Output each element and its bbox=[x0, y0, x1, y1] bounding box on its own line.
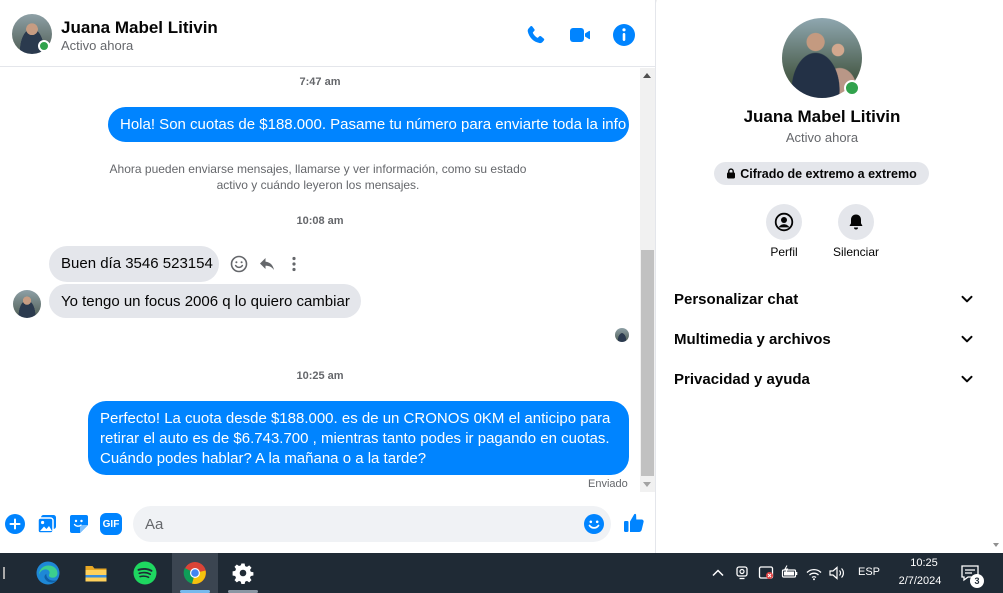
section-label: Multimedia y archivos bbox=[674, 330, 831, 348]
phone-icon[interactable] bbox=[524, 23, 548, 47]
meet-now-icon[interactable] bbox=[733, 564, 751, 582]
section-label: Personalizar chat bbox=[674, 290, 799, 308]
profile-label: Perfil bbox=[770, 245, 798, 259]
sticker-icon[interactable] bbox=[68, 513, 90, 535]
scroll-thumb[interactable] bbox=[641, 250, 654, 476]
taskbar-spotify[interactable] bbox=[122, 553, 168, 593]
bell-icon bbox=[849, 214, 863, 230]
security-alert-icon[interactable] bbox=[757, 564, 775, 582]
online-status-dot bbox=[38, 40, 50, 52]
chevron-up-icon[interactable] bbox=[709, 564, 727, 582]
section-privacy-help[interactable]: Privacidad y ayuda bbox=[674, 364, 974, 394]
emoji-icon[interactable] bbox=[583, 513, 605, 535]
contact-status: Activo ahora bbox=[61, 38, 134, 53]
taskbar-edge[interactable] bbox=[25, 553, 71, 593]
more-options-icon[interactable] bbox=[284, 254, 304, 274]
sent-status: Enviado bbox=[588, 478, 628, 490]
incoming-message[interactable]: Yo tengo un focus 2006 q lo quiero cambi… bbox=[49, 284, 361, 318]
message-composer: GIF bbox=[0, 500, 655, 548]
chat-pane: Juana Mabel Litivin Activo ahora 7:47 am… bbox=[0, 0, 656, 553]
taskbar-settings[interactable] bbox=[220, 553, 266, 593]
taskbar-file-explorer[interactable] bbox=[73, 553, 119, 593]
chevron-down-icon bbox=[961, 335, 973, 343]
profile-name: Juana Mabel Litivin bbox=[743, 107, 901, 126]
clock-time[interactable]: 10:25 bbox=[904, 557, 944, 569]
notification-count-badge: 3 bbox=[970, 574, 984, 588]
timestamp: 7:47 am bbox=[299, 76, 341, 88]
gif-button[interactable]: GIF bbox=[100, 513, 122, 535]
user-profile-icon bbox=[774, 212, 794, 232]
incoming-message[interactable]: Buen día 3546 523154 bbox=[49, 246, 219, 282]
chat-scrollbar[interactable] bbox=[640, 68, 655, 492]
encryption-badge[interactable]: Cifrado de extremo a extremo bbox=[714, 162, 929, 185]
outgoing-message[interactable]: Hola! Son cuotas de $188.000. Pasame tu … bbox=[108, 107, 629, 142]
taskbar-handle bbox=[3, 567, 5, 579]
windows-taskbar: ESP 10:25 2/7/2024 3 bbox=[0, 553, 1003, 593]
encryption-label: Cifrado de extremo a extremo bbox=[740, 166, 917, 181]
lock-icon bbox=[727, 168, 736, 179]
section-customize-chat[interactable]: Personalizar chat bbox=[674, 284, 974, 314]
chrome-browser-icon bbox=[183, 562, 206, 584]
clock-date[interactable]: 2/7/2024 bbox=[890, 575, 950, 587]
online-status-dot bbox=[844, 80, 860, 96]
wifi-icon[interactable] bbox=[805, 564, 823, 582]
panel-scrollbar[interactable] bbox=[988, 0, 1003, 553]
mute-label: Silenciar bbox=[832, 245, 880, 259]
scroll-down-arrow[interactable] bbox=[993, 543, 999, 547]
info-icon[interactable] bbox=[612, 23, 636, 47]
section-label: Privacidad y ayuda bbox=[674, 370, 810, 388]
mute-button[interactable] bbox=[838, 204, 874, 240]
video-camera-icon[interactable] bbox=[568, 23, 592, 47]
timestamp: 10:08 am bbox=[296, 215, 344, 227]
speaker-volume-icon[interactable] bbox=[828, 564, 846, 582]
contact-name[interactable]: Juana Mabel Litivin bbox=[61, 18, 218, 38]
timestamp: 10:25 am bbox=[296, 370, 344, 382]
chevron-down-icon bbox=[961, 295, 973, 303]
add-plus-icon[interactable] bbox=[4, 513, 26, 535]
input-language[interactable]: ESP bbox=[858, 566, 880, 578]
message-input[interactable] bbox=[133, 506, 611, 542]
profile-status: Activo ahora bbox=[785, 130, 859, 145]
edge-browser-icon bbox=[36, 561, 60, 585]
photo-gallery-icon[interactable] bbox=[36, 513, 58, 535]
thumbs-up-icon[interactable] bbox=[622, 511, 646, 535]
chevron-down-icon bbox=[961, 375, 973, 383]
battery-charging-icon[interactable] bbox=[781, 564, 799, 582]
scroll-down-arrow[interactable] bbox=[643, 482, 651, 487]
message-list[interactable]: 7:47 am Hola! Son cuotas de $188.000. Pa… bbox=[0, 68, 640, 496]
spotify-icon bbox=[133, 561, 157, 585]
chat-header: Juana Mabel Litivin Activo ahora bbox=[0, 3, 655, 67]
section-media-files[interactable]: Multimedia y archivos bbox=[674, 324, 974, 354]
folder-icon bbox=[85, 566, 107, 582]
taskbar-chrome[interactable] bbox=[172, 553, 218, 593]
scroll-up-arrow[interactable] bbox=[643, 73, 651, 78]
react-emoji-icon[interactable] bbox=[229, 254, 249, 274]
contact-avatar-small[interactable] bbox=[13, 290, 41, 318]
reply-icon[interactable] bbox=[257, 254, 277, 274]
read-receipt-avatar bbox=[615, 328, 629, 342]
outgoing-message[interactable]: Perfecto! La cuota desde $188.000. es de… bbox=[88, 401, 629, 475]
gear-icon bbox=[232, 563, 254, 584]
profile-button[interactable] bbox=[766, 204, 802, 240]
system-note: Ahora pueden enviarse mensajes, llamarse… bbox=[109, 162, 527, 192]
conversation-info-panel: Juana Mabel Litivin Activo ahora Cifrado… bbox=[657, 0, 1003, 553]
